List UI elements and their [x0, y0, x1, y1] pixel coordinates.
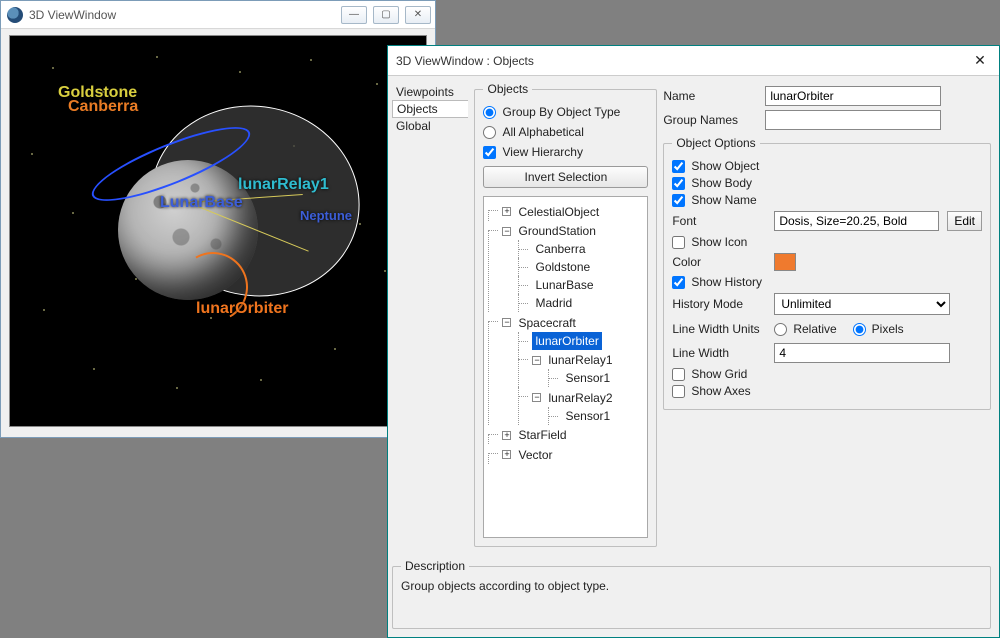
font-input[interactable] [774, 211, 939, 231]
maximize-button[interactable]: ▢ [373, 6, 399, 24]
objects-dialog: 3D ViewWindow : Objects ✕ Viewpoints Obj… [387, 45, 1000, 638]
expand-icon[interactable]: + [502, 431, 511, 440]
checkbox-show-history[interactable]: Show History [672, 275, 982, 289]
tree-spacecraft[interactable]: −Spacecraft [502, 314, 578, 332]
history-mode-label: History Mode [672, 297, 766, 311]
color-swatch[interactable] [774, 253, 796, 271]
collapse-icon[interactable]: − [532, 356, 541, 365]
collapse-icon[interactable]: − [502, 318, 511, 327]
tree-vector[interactable]: +Vector [502, 446, 555, 464]
color-label: Color [672, 255, 766, 269]
3d-viewport[interactable]: Goldstone Canberra lunarRelay1 LunarBase… [9, 35, 427, 427]
objects-legend: Objects [483, 82, 532, 96]
checkbox-show-object[interactable]: Show Object [672, 159, 982, 173]
object-options-fieldset: Object Options Show Object Show Body Sho… [663, 136, 991, 410]
dialog-nav: Viewpoints Objects Global [392, 82, 468, 547]
name-label: Name [663, 89, 757, 103]
group-names-input[interactable] [765, 110, 941, 130]
radio-units-pixels[interactable]: Pixels [853, 322, 904, 336]
objects-fieldset: Objects Group By Object Type All Alphabe… [474, 82, 657, 547]
tree-madrid[interactable]: Madrid [532, 294, 575, 312]
tree-lunar-relay1[interactable]: −lunarRelay1 [532, 351, 615, 369]
nav-global[interactable]: Global [392, 118, 468, 134]
label-lunar-orbiter: lunarOrbiter [196, 300, 288, 318]
tree-starfield[interactable]: +StarField [502, 426, 569, 444]
tree-celestial-object[interactable]: +CelestialObject [502, 203, 602, 221]
font-edit-button[interactable]: Edit [947, 211, 982, 231]
3d-view-window: 3D ViewWindow — ▢ ✕ Goldstone Canberra l… [0, 0, 436, 438]
object-options-legend: Object Options [672, 136, 759, 150]
radio-group-by-type[interactable]: Group By Object Type [483, 105, 648, 119]
expand-icon[interactable]: + [502, 207, 511, 216]
collapse-icon[interactable]: − [532, 393, 541, 402]
3d-view-title: 3D ViewWindow [29, 8, 341, 22]
checkbox-view-hierarchy-input[interactable] [483, 146, 496, 159]
description-text: Group objects according to object type. [401, 579, 982, 593]
tree-lr1-sensor1[interactable]: Sensor1 [562, 369, 613, 387]
line-width-label: Line Width [672, 346, 766, 360]
radio-all-alphabetical[interactable]: All Alphabetical [483, 125, 648, 139]
checkbox-show-name[interactable]: Show Name [672, 193, 982, 207]
name-input[interactable] [765, 86, 941, 106]
nav-objects[interactable]: Objects [392, 100, 468, 118]
objects-dialog-title: 3D ViewWindow : Objects [396, 54, 534, 68]
history-mode-select[interactable]: Unlimited [774, 293, 950, 315]
checkbox-show-axes[interactable]: Show Axes [672, 384, 982, 398]
label-canberra: Canberra [68, 98, 138, 116]
tree-goldstone[interactable]: Goldstone [532, 258, 593, 276]
description-fieldset: Description Group objects according to o… [392, 559, 991, 629]
label-neptune: Neptune [300, 208, 352, 223]
close-button[interactable]: ✕ [405, 6, 431, 24]
minimize-button[interactable]: — [341, 6, 367, 24]
radio-all-alphabetical-input[interactable] [483, 126, 496, 139]
object-tree[interactable]: +CelestialObject −GroundStation Canberra… [483, 196, 648, 538]
radio-units-relative[interactable]: Relative [774, 322, 836, 336]
line-width-input[interactable] [774, 343, 950, 363]
expand-icon[interactable]: + [502, 450, 511, 459]
checkbox-show-body[interactable]: Show Body [672, 176, 982, 190]
objects-dialog-titlebar[interactable]: 3D ViewWindow : Objects ✕ [388, 46, 999, 76]
tree-lunar-orbiter[interactable]: lunarOrbiter [532, 332, 601, 350]
invert-selection-button[interactable]: Invert Selection [483, 166, 648, 188]
checkbox-view-hierarchy[interactable]: View Hierarchy [483, 145, 648, 159]
tree-lr2-sensor1[interactable]: Sensor1 [562, 407, 613, 425]
checkbox-show-icon[interactable]: Show Icon [672, 235, 982, 249]
tree-canberra[interactable]: Canberra [532, 240, 588, 258]
description-legend: Description [401, 559, 469, 573]
tree-lunar-relay2[interactable]: −lunarRelay2 [532, 389, 615, 407]
group-names-label: Group Names [663, 113, 757, 127]
label-lunar-relay1: lunarRelay1 [238, 176, 329, 194]
nav-viewpoints[interactable]: Viewpoints [392, 84, 468, 100]
app-icon [7, 7, 23, 23]
label-lunar-base: LunarBase [160, 194, 243, 212]
radio-group-by-type-input[interactable] [483, 106, 496, 119]
font-label: Font [672, 214, 766, 228]
collapse-icon[interactable]: − [502, 227, 511, 236]
tree-ground-station[interactable]: −GroundStation [502, 222, 598, 240]
tree-lunarbase[interactable]: LunarBase [532, 276, 596, 294]
checkbox-show-grid[interactable]: Show Grid [672, 367, 982, 381]
3d-view-titlebar[interactable]: 3D ViewWindow — ▢ ✕ [1, 1, 435, 29]
dialog-close-button[interactable]: ✕ [969, 52, 991, 69]
line-width-units-label: Line Width Units [672, 322, 766, 336]
